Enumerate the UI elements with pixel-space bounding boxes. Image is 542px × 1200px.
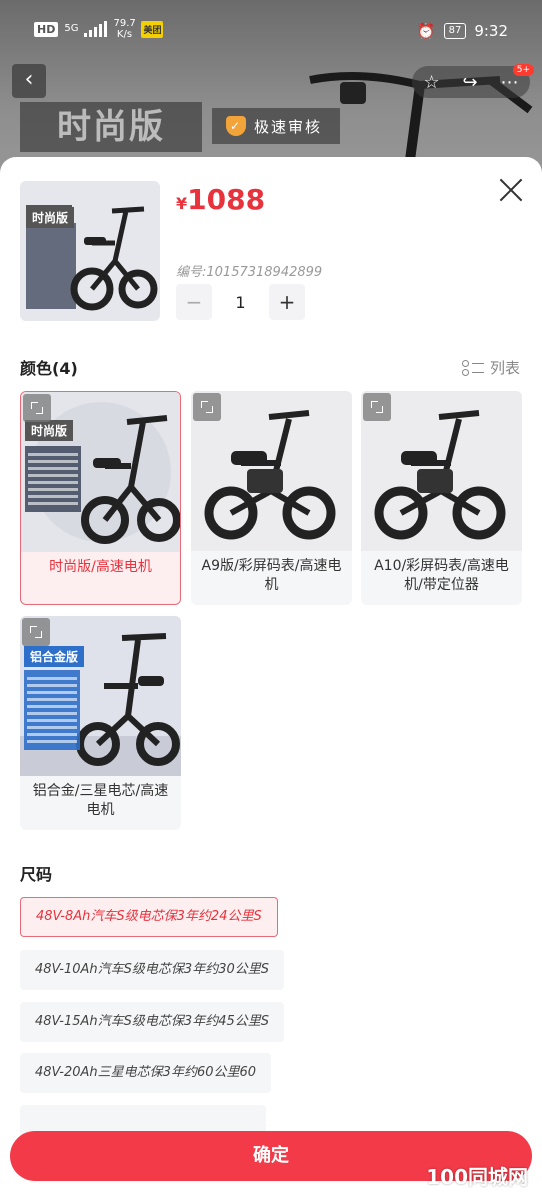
- quantity-stepper: − 1 +: [176, 284, 305, 320]
- list-view-toggle[interactable]: 列表: [461, 357, 520, 378]
- color-section-title: 颜色(4): [20, 359, 78, 378]
- style-banner: 时尚版: [20, 102, 202, 152]
- favorite-star-icon[interactable]: ☆: [423, 72, 439, 93]
- price: ¥1088: [176, 183, 265, 216]
- thumbnail-tag: 时尚版: [26, 207, 75, 228]
- review-tag: ✓ 极速审核: [212, 108, 341, 144]
- list-view-label: 列表: [489, 359, 520, 377]
- size-option[interactable]: 48V-20Ah三星电芯保3年约60公里60: [20, 1053, 272, 1093]
- sku-value: 10157318942899: [206, 265, 323, 280]
- close-button[interactable]: [498, 177, 524, 203]
- color-option-tag: 铝合金版: [24, 646, 85, 667]
- cart-badge: 5+: [512, 64, 534, 76]
- size-option[interactable]: 48V-15Ah汽车S级电芯保3年约45公里S: [20, 1002, 284, 1042]
- chevron-left-icon: ‹: [24, 67, 34, 92]
- net-speed-unit: K/s: [116, 29, 133, 40]
- product-sku: 编号:10157318942899: [176, 261, 322, 280]
- expand-icon[interactable]: [22, 618, 50, 646]
- alarm-icon: ⏰: [416, 22, 436, 40]
- sku-label: 编号:: [176, 265, 207, 280]
- list-icon: [461, 359, 484, 376]
- color-option-label: 时尚版/高速电机: [49, 559, 152, 575]
- hd-icon: HD: [34, 21, 59, 37]
- quantity-value[interactable]: 1: [212, 293, 269, 312]
- color-option-label: A10/彩屏码表/高速电机/带定位器: [374, 558, 509, 593]
- product-thumbnail-image: [20, 181, 160, 321]
- shield-check-icon: ✓: [226, 116, 246, 136]
- net-speed: 79.7 K/s: [113, 18, 135, 40]
- feature-list-graphic: [24, 670, 80, 750]
- color-option[interactable]: A10/彩屏码表/高速电机/带定位器: [361, 391, 522, 605]
- expand-icon[interactable]: [23, 394, 51, 422]
- color-option-tag: 时尚版: [25, 420, 74, 441]
- sku-selector-sheet: 时尚版 ¥1088 编号:10157318942899 − 1 + 颜色(4) …: [0, 157, 542, 1200]
- color-option-image: [361, 391, 522, 551]
- color-option-image: 铝合金版: [20, 616, 181, 776]
- feature-list-graphic: [25, 446, 81, 512]
- price-currency: ¥: [176, 194, 188, 213]
- back-button[interactable]: ‹: [12, 64, 46, 98]
- expand-icon[interactable]: [193, 393, 221, 421]
- signal-icon: [84, 21, 108, 37]
- color-option-label: A9版/彩屏码表/高速电机: [201, 558, 342, 593]
- expand-icon[interactable]: [363, 393, 391, 421]
- color-option-image: [191, 391, 352, 551]
- status-bar: HD 5G 79.7 K/s 美团 ⏰ 87 9:32: [0, 0, 542, 60]
- clock: 9:32: [474, 22, 508, 40]
- color-option[interactable]: A9版/彩屏码表/高速电机: [191, 391, 352, 605]
- size-option[interactable]: 48V-8Ah汽车S级电芯保3年约24公里S: [20, 897, 278, 937]
- app-notification-icon: 美团: [141, 20, 164, 38]
- color-option[interactable]: 铝合金版 铝合金/三星电芯/高速电机: [20, 616, 181, 830]
- product-thumbnail[interactable]: 时尚版: [20, 181, 160, 321]
- color-option[interactable]: 时尚版 时尚版/高速电机: [20, 391, 181, 605]
- size-section-title: 尺码: [20, 865, 53, 884]
- review-tag-label: 极速审核: [254, 117, 323, 136]
- quantity-increase-button[interactable]: +: [269, 284, 305, 320]
- color-option-image: 时尚版: [21, 392, 180, 552]
- price-amount: 1088: [187, 183, 266, 216]
- color-option-label: 铝合金/三星电芯/高速电机: [32, 783, 169, 818]
- share-icon[interactable]: ↪: [463, 72, 478, 93]
- size-option[interactable]: 48V-10Ah汽车S级电芯保3年约30公里S: [20, 950, 284, 990]
- battery-icon: 87: [443, 23, 467, 39]
- net-speed-value: 79.7: [113, 18, 136, 29]
- network-type: 5G: [64, 23, 79, 34]
- quantity-decrease-button[interactable]: −: [176, 284, 212, 320]
- watermark: 100同城网: [426, 1165, 528, 1189]
